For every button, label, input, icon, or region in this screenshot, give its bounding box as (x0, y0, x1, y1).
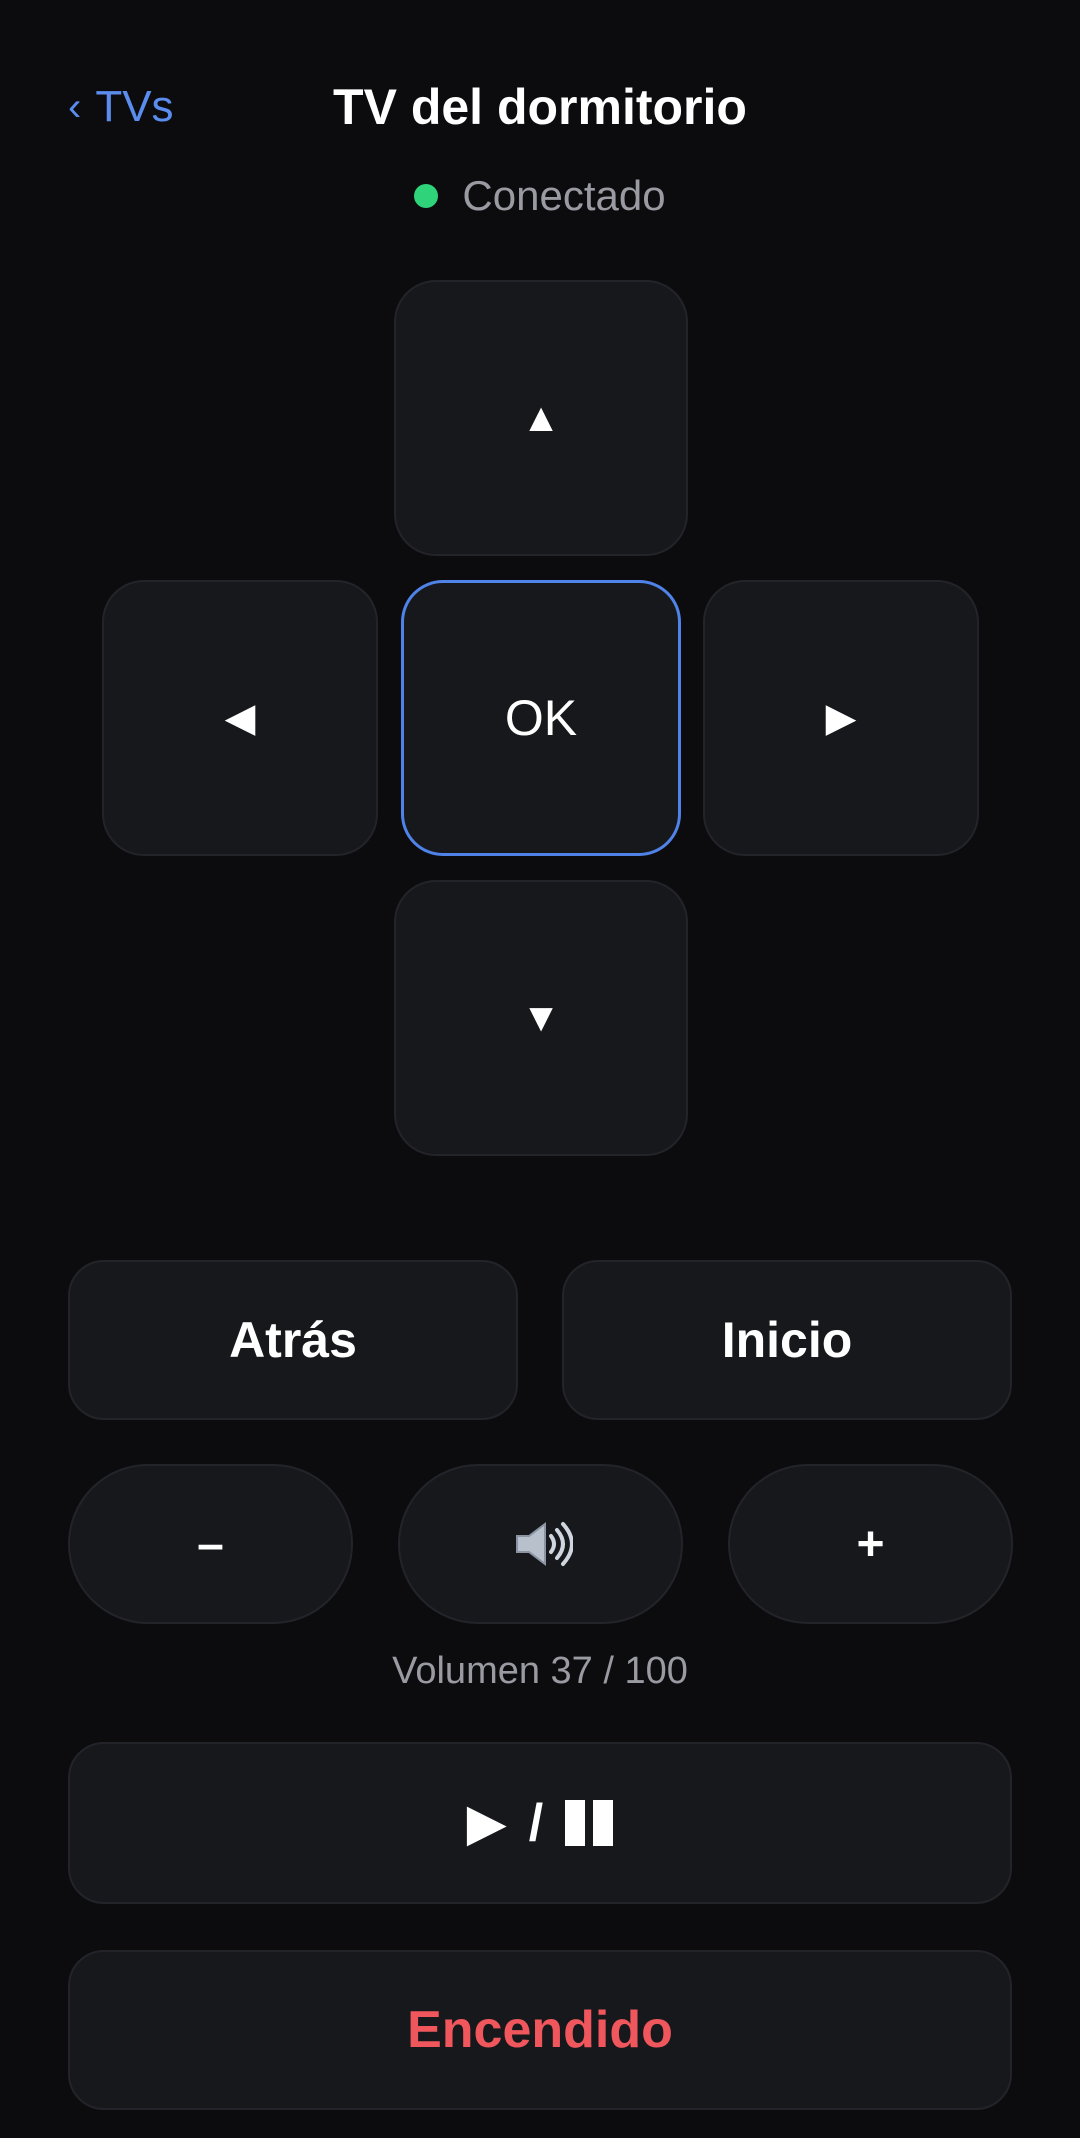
mute-button[interactable] (398, 1464, 683, 1624)
connection-status: Conectado (0, 172, 1080, 220)
dpad-up-button[interactable]: ▲ (394, 280, 688, 556)
arrow-right-icon: ▶ (825, 696, 857, 740)
power-button[interactable]: Encendido (68, 1950, 1012, 2110)
power-button-label: Encendido (407, 2001, 673, 2059)
remote-screen: ‹ TVs TV del dormitorio Conectado ▲ ◀ OK… (0, 0, 1080, 2138)
minus-icon: – (197, 1517, 224, 1571)
dpad-right-button[interactable]: ▶ (703, 580, 979, 856)
play-icon: ▶ (466, 1794, 507, 1852)
pause-icon (565, 1800, 614, 1846)
page-title: TV del dormitorio (333, 79, 747, 135)
ok-label: OK (504, 690, 578, 746)
arrow-left-icon: ◀ (224, 696, 256, 740)
play-pause-separator: / (528, 1794, 544, 1852)
back-button[interactable]: Atrás (68, 1260, 518, 1420)
play-pause-button[interactable]: ▶ / (68, 1742, 1012, 1904)
volume-level-text: Volumen 37 / 100 (392, 1650, 688, 1692)
arrow-up-icon: ▲ (521, 395, 561, 440)
home-button-label: Inicio (721, 1312, 853, 1368)
plus-icon: + (856, 1517, 885, 1571)
status-dot-icon (414, 184, 439, 208)
dpad-left-button[interactable]: ◀ (102, 580, 378, 856)
volume-down-button[interactable]: – (68, 1464, 353, 1624)
home-button[interactable]: Inicio (562, 1260, 1012, 1420)
dpad-ok-button[interactable]: OK (401, 580, 681, 856)
status-text: Conectado (462, 172, 666, 219)
back-button-label: Atrás (229, 1312, 357, 1368)
speaker-icon (515, 1522, 573, 1566)
volume-up-button[interactable]: + (728, 1464, 1013, 1624)
dpad-down-button[interactable]: ▼ (394, 880, 688, 1156)
arrow-down-icon: ▼ (521, 995, 561, 1040)
